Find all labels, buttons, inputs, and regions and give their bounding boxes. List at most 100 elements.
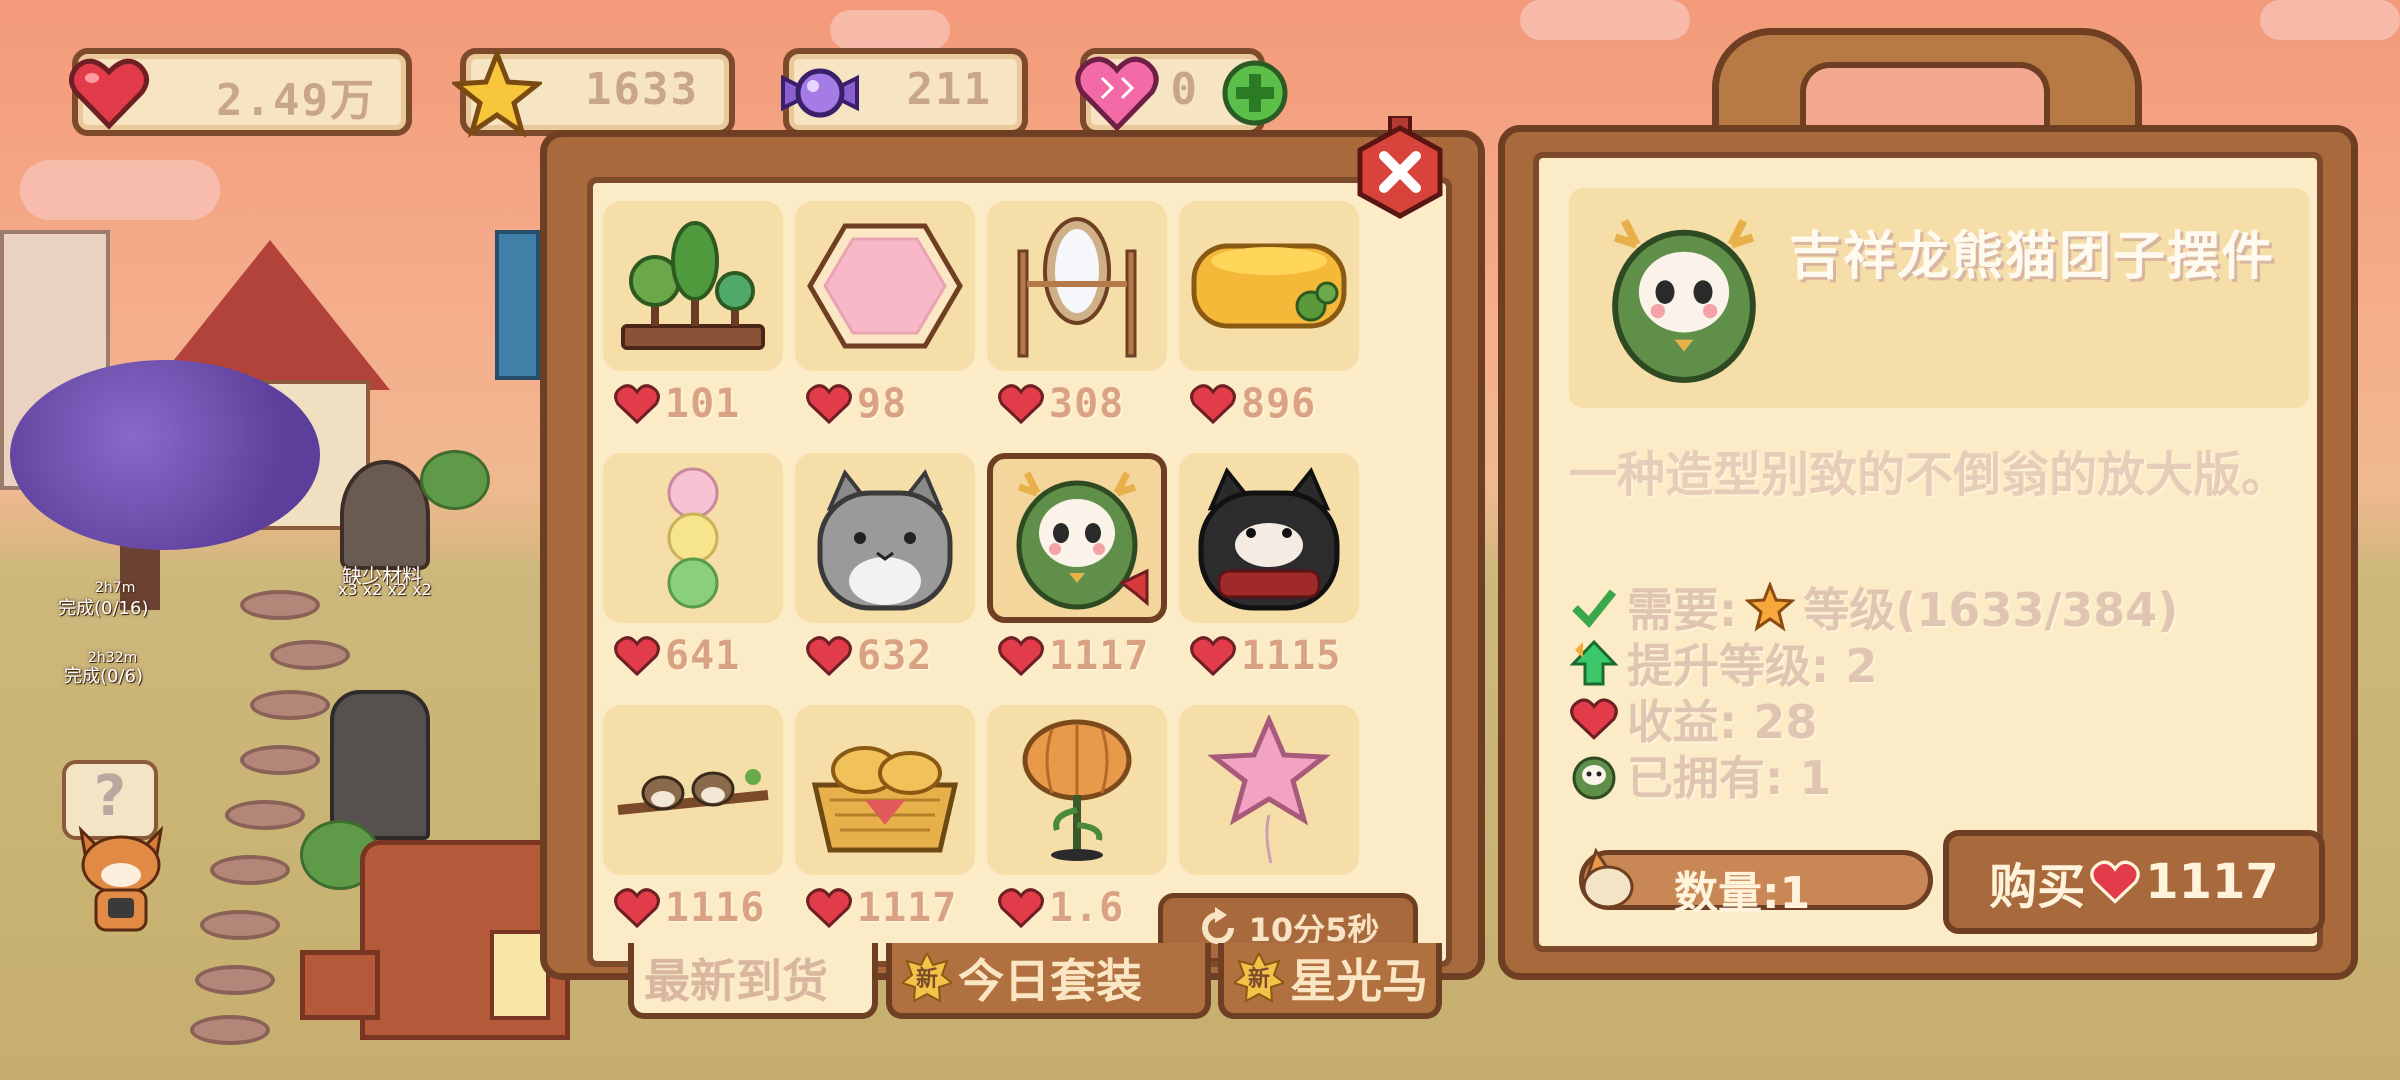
add-currency-button[interactable] <box>1220 58 1290 128</box>
missing-materials-counts: x3 x2 x2 x2 <box>338 580 432 599</box>
tab-label: 星光马 <box>1290 954 1428 1008</box>
shop-item-black-cat-cushion[interactable] <box>1179 453 1359 623</box>
shop-panel: 101 98 308 896 641 632 1117 1115 1116 11… <box>540 130 1485 980</box>
path-stone <box>250 690 330 720</box>
buy-button[interactable]: 购买 1117 <box>1943 830 2325 934</box>
new-badge-text: 新 <box>915 967 938 992</box>
gray-cat-cushion-icon <box>817 469 953 611</box>
shop-item-gray-cat-cushion[interactable] <box>795 453 975 623</box>
cloud <box>830 10 950 50</box>
item-price-value: 1117 <box>1049 633 1150 679</box>
quantity-selector[interactable]: 数量:1 <box>1579 847 1933 919</box>
candy-currency[interactable]: 211 <box>781 48 1028 136</box>
path-stone <box>240 745 320 775</box>
item-price-value: 1.6 <box>1049 885 1125 931</box>
tree-planter-icon <box>621 221 765 350</box>
level-up-arrow-icon <box>1569 639 1619 686</box>
detail-panel-handle-hole <box>1800 62 2050 128</box>
path-stone <box>270 640 350 670</box>
item-price-value: 632 <box>857 633 933 679</box>
new-badge: 新 <box>1231 950 1287 1003</box>
cat-paw-icon <box>1582 847 1634 909</box>
path-stone <box>200 910 280 940</box>
dragon-panda-mini-icon <box>1572 756 1616 800</box>
item-price-value: 641 <box>665 633 741 679</box>
fox-character-icon[interactable] <box>66 820 176 940</box>
bread-basket-icon <box>811 746 959 853</box>
pink-heart-icon <box>1075 56 1159 132</box>
item-price-value: 1116 <box>665 885 766 931</box>
item-price: 1.6 <box>997 880 1124 936</box>
item-price-value: 896 <box>1241 381 1317 427</box>
shop-item-mirror[interactable] <box>987 201 1167 371</box>
path-stone <box>240 590 320 620</box>
build-progress-a: 完成(0/16) <box>58 598 149 619</box>
star-icon <box>1745 582 1796 632</box>
heart-icon <box>614 636 660 677</box>
star-balloon-icon <box>1207 715 1331 864</box>
cloud <box>20 160 220 220</box>
shop-item-bread-basket[interactable] <box>795 705 975 875</box>
buy-label: 购买 <box>1989 859 2086 915</box>
heart-currency-value: 2.49万 <box>216 75 376 126</box>
checkmark-icon <box>1572 589 1617 628</box>
tab-label: 最新到货 <box>644 954 828 1008</box>
tab-new-arrivals[interactable]: 最新到货 <box>628 943 878 1019</box>
buy-price: 1117 <box>2145 854 2279 910</box>
star-currency[interactable]: 1633 <box>452 48 735 138</box>
shop-item-tree-planter[interactable] <box>603 201 783 371</box>
heart-icon <box>1190 384 1236 425</box>
pink-heart-currency-value: 0 <box>1170 64 1199 115</box>
tab-starlight[interactable]: 新 星光马 <box>1218 943 1442 1019</box>
candy-icon <box>781 68 859 118</box>
item-price-value: 1117 <box>857 885 958 931</box>
heart-currency[interactable]: 2.49万 <box>69 48 412 136</box>
item-price-value: 1115 <box>1241 633 1342 679</box>
shop-item-star-balloon[interactable] <box>1179 705 1359 875</box>
star-icon <box>452 48 542 138</box>
heart-icon <box>998 384 1044 425</box>
heart-icon <box>998 888 1044 929</box>
tab-daily-set[interactable]: 新 今日套装 <box>886 943 1211 1019</box>
close-shop-button[interactable] <box>1352 116 1448 228</box>
mirror-icon <box>1017 217 1137 358</box>
shop-item-pink-rug[interactable] <box>795 201 975 371</box>
item-price: 1116 <box>613 880 765 936</box>
heart-icon <box>1190 636 1236 677</box>
cloud <box>1520 0 1690 40</box>
item-detail-header: 吉祥龙熊猫团子摆件 <box>1569 188 2309 408</box>
item-price: 98 <box>805 376 907 432</box>
item-price: 308 <box>997 376 1124 432</box>
shop-item-dragon-panda-doll[interactable] <box>987 453 1167 623</box>
shop-item-birds-on-branch[interactable] <box>603 705 783 875</box>
heart-icon <box>69 58 149 130</box>
item-price: 632 <box>805 628 932 684</box>
item-detail-panel: 吉祥龙熊猫团子摆件 一种造型别致的不倒翁的放大版。 需要: 等级(1633/38… <box>1498 125 2358 980</box>
path-stone <box>190 1015 270 1045</box>
blue-tower <box>495 230 540 380</box>
cloud <box>2260 0 2400 40</box>
item-price: 641 <box>613 628 740 684</box>
tab-label: 今日套装 <box>958 954 1142 1008</box>
item-price-value: 98 <box>857 381 908 427</box>
build-progress-b: 完成(0/6) <box>64 666 144 687</box>
pumpkin-lamp-icon <box>1022 719 1132 861</box>
shop-item-cheese[interactable] <box>1179 201 1359 371</box>
shop-item-list[interactable]: 101 98 308 896 641 632 1117 1115 1116 11… <box>587 177 1452 967</box>
black-cat-cushion-icon <box>1198 467 1340 611</box>
dragon-panda-doll-icon <box>1016 471 1149 610</box>
path-stone <box>195 965 275 995</box>
item-price: 1117 <box>997 628 1149 684</box>
material-pot[interactable] <box>340 460 430 570</box>
new-badge-text: 新 <box>1247 967 1270 992</box>
dango-icon <box>667 467 719 609</box>
item-price: 896 <box>1189 376 1316 432</box>
shop-item-dango[interactable] <box>603 453 783 623</box>
item-price: 101 <box>613 376 740 432</box>
shop-item-pumpkin-lamp[interactable] <box>987 705 1167 875</box>
heart-icon <box>806 888 852 929</box>
heart-icon <box>614 384 660 425</box>
purple-tree[interactable] <box>10 360 320 550</box>
new-badge: 新 <box>899 950 955 1003</box>
stone-statue[interactable] <box>330 690 430 840</box>
